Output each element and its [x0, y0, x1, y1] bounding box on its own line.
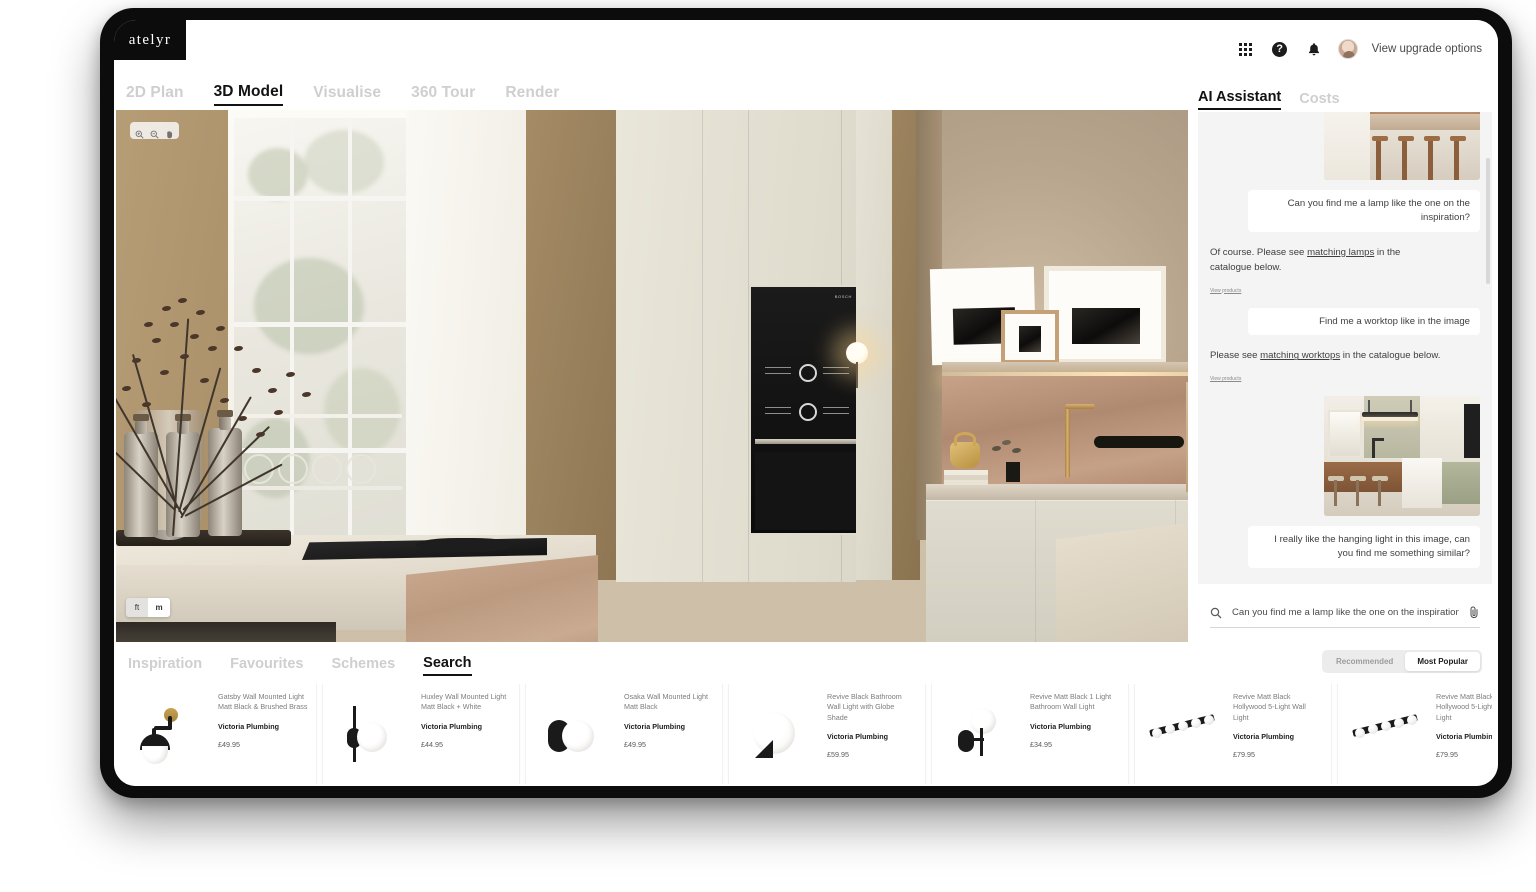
- view-upgrade-options-link[interactable]: View upgrade options: [1372, 43, 1482, 55]
- product-image-hollywood: [1135, 684, 1229, 784]
- ai-text-post: in the catalogue below.: [1340, 350, 1441, 362]
- product-price: £79.95: [1436, 750, 1458, 760]
- ai-panel-tab-bar: AI Assistant Costs: [1190, 76, 1498, 110]
- product-brand: Victoria Plumbing: [624, 721, 685, 731]
- chat-message-ai: Please see matching worktops in the cata…: [1210, 349, 1442, 364]
- product-title: Gatsby Wall Mounted Light Matt Black & B…: [218, 692, 308, 712]
- tab-inspiration[interactable]: Inspiration: [128, 656, 202, 675]
- product-price: £59.95: [827, 750, 849, 760]
- product-card[interactable]: Osaka Wall Mounted Light Matt Black Vict…: [526, 684, 722, 784]
- tab-ai-assistant[interactable]: AI Assistant: [1198, 89, 1282, 110]
- unit-option-m[interactable]: m: [148, 598, 170, 617]
- product-card[interactable]: Revive Black Bathroom Wall Light with Gl…: [729, 684, 925, 784]
- matching-lights-link[interactable]: matching lights: [1354, 583, 1418, 584]
- help-circle-icon[interactable]: ?: [1270, 39, 1290, 59]
- pan-hand-icon[interactable]: [165, 126, 174, 139]
- tab-favourites[interactable]: Favourites: [230, 656, 303, 675]
- main-tab-bar: 2D Plan 3D Model Visualise 360 Tour Rend…: [114, 76, 1189, 112]
- viewport-tools: [130, 122, 179, 139]
- ai-text-pre: Of course. Please see: [1210, 246, 1308, 258]
- filter-recommended[interactable]: Recommended: [1324, 652, 1405, 671]
- matching-lamps-link[interactable]: matching lamps: [1307, 247, 1374, 258]
- tab-costs[interactable]: Costs: [1299, 91, 1339, 110]
- unit-toggle: ft m: [126, 598, 170, 617]
- product-title: Revive Matt Black Hollywood 5-Light Wall…: [1436, 692, 1492, 722]
- view-products-link[interactable]: View products: [1210, 376, 1241, 382]
- catalogue-panel: Inspiration Favourites Schemes Search Re…: [114, 642, 1498, 786]
- product-brand: Victoria Plumbing: [827, 732, 888, 742]
- paperclip-icon[interactable]: [1469, 606, 1480, 619]
- filter-most-popular[interactable]: Most Popular: [1405, 652, 1480, 671]
- chat-message-user: I really like the hanging light in this …: [1248, 526, 1480, 569]
- kitchen-render-image: BOSCH: [116, 110, 1188, 643]
- bell-icon[interactable]: [1304, 39, 1324, 59]
- product-image-osaka: [526, 684, 620, 784]
- catalogue-sort-toggle: Recommended Most Popular: [1321, 650, 1482, 673]
- product-title: Revive Matt Black Hollywood 5-Light Wall…: [1233, 692, 1306, 722]
- chat-inspiration-image-2[interactable]: [1324, 396, 1480, 517]
- device-frame: atelyr ? View upgrade options 2D Plan 3D…: [100, 8, 1512, 798]
- brand-logo-text: atelyr: [128, 31, 172, 48]
- product-image-hollywood: [1338, 684, 1432, 784]
- chat-thread[interactable]: Can you find me a lamp like the one on t…: [1198, 112, 1492, 584]
- product-card-list: Gatsby Wall Mounted Light Matt Black & B…: [120, 684, 1492, 784]
- search-icon: [1210, 607, 1222, 619]
- zoom-out-icon[interactable]: [150, 126, 159, 139]
- app-screen: atelyr ? View upgrade options 2D Plan 3D…: [114, 20, 1498, 786]
- product-card[interactable]: Revive Matt Black 1 Light Bathroom Wall …: [932, 684, 1128, 784]
- chat-message-ai: I would be happy too! Please see matchin…: [1210, 582, 1442, 584]
- ai-text-pre: I would be happy too! Please see: [1210, 583, 1354, 584]
- tab-2d-plan[interactable]: 2D Plan: [126, 84, 184, 105]
- tab-3d-model[interactable]: 3D Model: [213, 83, 284, 106]
- tab-render[interactable]: Render: [505, 84, 559, 105]
- user-avatar[interactable]: [1337, 39, 1358, 59]
- matching-worktops-link[interactable]: matching worktops: [1260, 350, 1340, 361]
- product-price: £49.95: [218, 739, 240, 749]
- product-brand: Victoria Plumbing: [1030, 721, 1091, 731]
- tab-schemes[interactable]: Schemes: [331, 656, 395, 675]
- product-image-revive-globe: [729, 684, 823, 784]
- product-brand: Victoria Plumbing: [421, 721, 482, 731]
- chat-input[interactable]: [1232, 607, 1459, 618]
- apps-grid-icon[interactable]: [1236, 39, 1256, 59]
- ai-assistant-panel: AI Assistant Costs Can you find me a lam…: [1190, 76, 1498, 642]
- tab-360-tour[interactable]: 360 Tour: [411, 84, 475, 105]
- product-price: £79.95: [1233, 750, 1255, 760]
- product-image-huxley: [323, 684, 417, 784]
- product-title: Revive Matt Black 1 Light Bathroom Wall …: [1030, 692, 1112, 712]
- product-image-revive-1light: [932, 684, 1026, 784]
- chat-message-ai: Of course. Please see matching lamps in …: [1210, 246, 1442, 276]
- product-title: Revive Black Bathroom Wall Light with Gl…: [827, 692, 902, 722]
- product-card[interactable]: Huxley Wall Mounted Light Matt Black + W…: [323, 684, 519, 784]
- product-title: Huxley Wall Mounted Light Matt Black + W…: [421, 692, 507, 712]
- product-brand: Victoria Plumbing: [1233, 732, 1294, 742]
- view-products-link[interactable]: View products: [1210, 288, 1241, 294]
- product-image-gatsby: [120, 684, 214, 784]
- 3d-model-viewport[interactable]: BOSCH ft m: [116, 110, 1188, 643]
- tab-search[interactable]: Search: [423, 655, 472, 676]
- product-card[interactable]: Revive Matt Black Hollywood 5-Light Wall…: [1338, 684, 1492, 784]
- catalogue-tab-bar: Inspiration Favourites Schemes Search: [114, 642, 1498, 678]
- brand-logo[interactable]: atelyr: [114, 20, 186, 60]
- chat-input-bar: [1198, 590, 1492, 636]
- chat-message-user: Find me a worktop like in the image: [1248, 307, 1480, 336]
- product-price: £49.95: [624, 739, 646, 749]
- product-price: £44.95: [421, 739, 443, 749]
- product-card[interactable]: Revive Matt Black Hollywood 5-Light Wall…: [1135, 684, 1331, 784]
- product-brand: Victoria Plumbing: [1436, 732, 1492, 742]
- chat-inspiration-image-1[interactable]: [1324, 112, 1480, 180]
- ai-text-pre: Please see: [1210, 350, 1261, 362]
- zoom-in-icon[interactable]: [135, 126, 144, 139]
- product-price: £34.95: [1030, 739, 1052, 749]
- top-bar: ? View upgrade options: [186, 20, 1498, 78]
- chat-message-user: Can you find me a lamp like the one on t…: [1248, 190, 1480, 232]
- product-brand: Victoria Plumbing: [218, 721, 279, 731]
- tab-visualise[interactable]: Visualise: [313, 84, 381, 105]
- product-card[interactable]: Gatsby Wall Mounted Light Matt Black & B…: [120, 684, 316, 784]
- chat-scrollbar[interactable]: [1486, 158, 1490, 284]
- unit-option-ft[interactable]: ft: [126, 598, 148, 617]
- product-title: Osaka Wall Mounted Light Matt Black: [624, 692, 709, 712]
